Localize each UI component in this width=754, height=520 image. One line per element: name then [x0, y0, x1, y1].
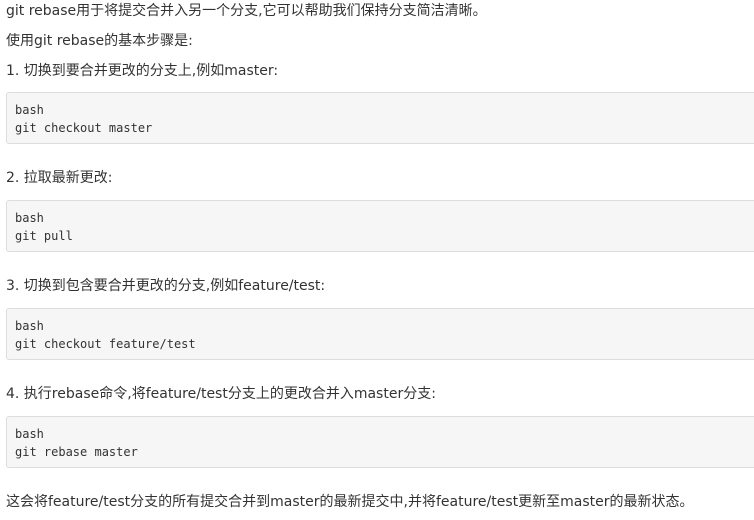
code-block-step-4[interactable]: bash git rebase master — [6, 416, 754, 468]
conclusion-paragraph: 这会将feature/test分支的所有提交合并到master的最新提交中,并将… — [6, 494, 694, 510]
steps-heading: 使用git rebase的基本步骤是: — [6, 33, 193, 49]
code-block-step-2[interactable]: bash git pull — [6, 200, 754, 252]
step-2-text: 2. 拉取最新更改: — [6, 170, 113, 186]
step-3-text: 3. 切换到包含要合并更改的分支,例如feature/test: — [6, 278, 326, 294]
step-4-text: 4. 执行rebase命令,将feature/test分支上的更改合并入mast… — [6, 386, 436, 402]
step-1-text: 1. 切换到要合并更改的分支上,例如master: — [6, 63, 279, 79]
code-command[interactable]: git rebase master — [15, 443, 754, 461]
code-block-step-3[interactable]: bash git checkout feature/test — [6, 308, 754, 360]
code-language-label: bash — [15, 319, 44, 333]
code-block-step-1[interactable]: bash git checkout master — [6, 92, 754, 144]
code-language-label: bash — [15, 427, 44, 441]
code-language-label: bash — [15, 103, 44, 117]
code-language-label: bash — [15, 211, 44, 225]
code-command[interactable]: git checkout master — [15, 119, 754, 137]
code-command[interactable]: git checkout feature/test — [15, 335, 754, 353]
intro-paragraph: git rebase用于将提交合并入另一个分支,它可以帮助我们保持分支简洁清晰。 — [6, 3, 487, 19]
message-content: git rebase用于将提交合并入另一个分支,它可以帮助我们保持分支简洁清晰。… — [0, 0, 754, 520]
code-command[interactable]: git pull — [15, 227, 754, 245]
